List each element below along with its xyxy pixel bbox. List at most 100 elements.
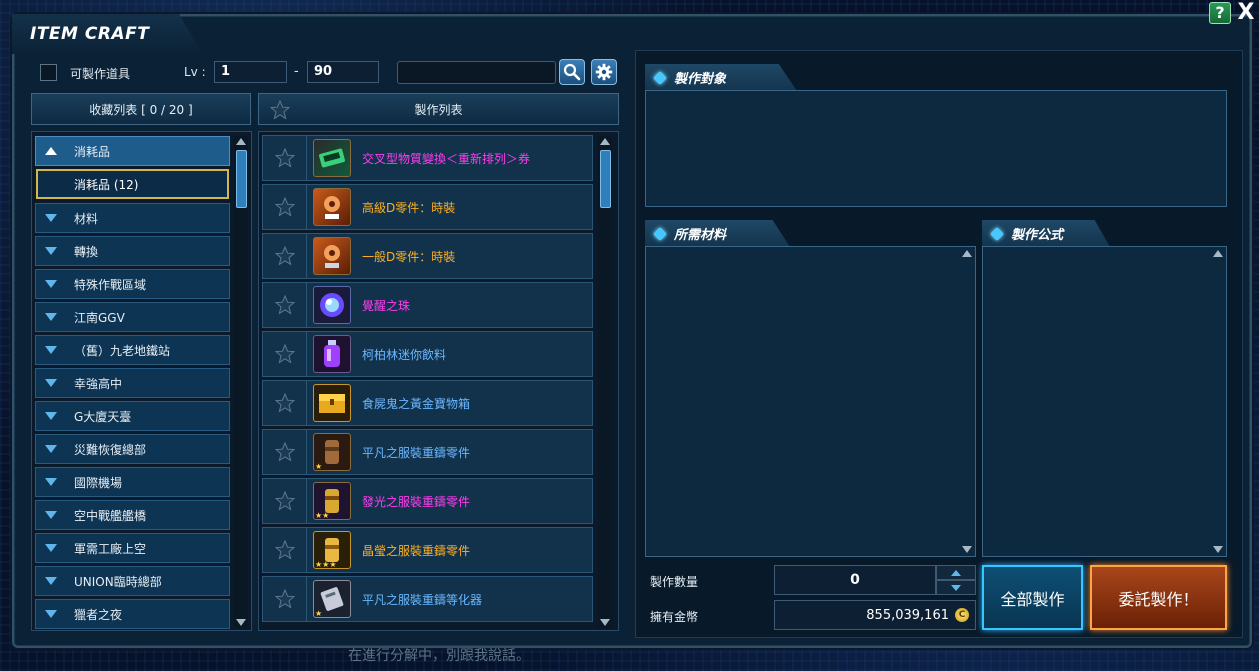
category-airport[interactable]: 國際機場 [35,467,230,497]
category-battleship-bridge[interactable]: 空中戰艦艦橋 [35,500,230,530]
level-max-input[interactable]: 90 [307,61,379,83]
chevron-up-icon [951,569,961,576]
scroll-down-icon[interactable] [600,619,610,626]
category-union-hq[interactable]: UNION臨時總部 [35,566,230,596]
formula-title: 製作公式 [1011,228,1064,243]
chat-hint-text: 在進行分解中，別跟我說話。 [348,648,530,664]
craft-item-row[interactable]: 食屍鬼之黃金寶物箱 [262,380,593,426]
category-hunter-night[interactable]: 獵者之夜 [35,599,230,629]
chevron-down-icon [36,511,66,519]
favorite-star-icon[interactable] [263,332,307,376]
craft-all-button[interactable]: 全部製作 [982,565,1083,630]
search-button[interactable] [559,59,585,85]
scroll-down-icon[interactable] [236,619,246,626]
item-name: 平凡之服裝重鑄零件 [362,445,471,460]
category-recovery-hq[interactable]: 災難恢復總部 [35,434,230,464]
scroll-thumb[interactable] [600,150,611,208]
category-high-school[interactable]: 幸強高中 [35,368,230,398]
subcategory-consumables[interactable]: 消耗品 (12) [36,169,229,199]
star-icon[interactable] [269,99,291,124]
craft-item-row[interactable]: ★★★ 晶瑩之服裝重鑄零件 [262,527,593,573]
item-name: 一般D零件：時裝 [362,249,456,264]
item-name: 交叉型物質變換＜重新排列＞券 [362,151,531,166]
category-label: UNION臨時總部 [74,574,162,589]
scroll-thumb[interactable] [236,150,247,208]
category-munitions-factory[interactable]: 軍需工廠上空 [35,533,230,563]
item-name: 晶瑩之服裝重鑄零件 [362,543,471,558]
craft-list-header: 製作列表 [258,93,619,125]
craft-item-row[interactable]: 高級D零件：時裝 [262,184,593,230]
rank-stars: ★ [315,462,323,471]
favorite-star-icon[interactable] [263,528,307,572]
settings-button[interactable] [591,59,617,85]
category-label: 獵者之夜 [74,607,123,622]
quantity-input[interactable]: 0 [774,565,936,595]
coin-icon: C [955,608,969,622]
materials-box [645,246,976,557]
formula-box [982,246,1227,557]
category-label: 材料 [74,211,99,226]
favorite-star-icon[interactable] [263,479,307,523]
craftable-checkbox[interactable] [40,64,57,81]
chevron-down-icon [36,445,66,453]
canister-icon: ★★★ [313,531,351,569]
target-section-tab: 製作對象 [645,64,797,91]
quantity-increase-button[interactable] [936,565,976,580]
craft-item-row[interactable]: 覺醒之珠 [262,282,593,328]
category-label: （舊）九老地鐵站 [74,343,171,358]
chevron-down-icon [36,313,66,321]
money-display: 855,039,161 C [774,600,976,630]
craft-item-row[interactable]: ★ 平凡之服裝重鑄零件 [262,429,593,475]
gear-icon [595,63,613,81]
search-input[interactable] [397,61,556,84]
potion-icon [313,335,351,373]
scroll-up-icon[interactable] [962,250,972,257]
craft-item-row[interactable]: 交叉型物質變換＜重新排列＞券 [262,135,593,181]
favorite-star-icon[interactable] [263,185,307,229]
craft-item-row[interactable]: ★ 平凡之服裝重鑄等化器 [262,576,593,622]
level-min-input[interactable]: 1 [214,61,287,83]
category-consumables[interactable]: 消耗品 [35,136,230,166]
category-g-tower[interactable]: G大廈天臺 [35,401,230,431]
window-title: ITEM CRAFT [30,24,150,44]
help-button[interactable]: ? [1209,2,1231,24]
chevron-down-icon [36,478,66,486]
scroll-down-icon[interactable] [962,546,972,553]
search-icon [563,63,581,81]
category-guro-station[interactable]: （舊）九老地鐵站 [35,335,230,365]
category-conversion[interactable]: 轉換 [35,236,230,266]
commission-craft-button[interactable]: 委託製作！ [1090,565,1227,630]
craft-item-row[interactable]: 柯柏林迷你飲料 [262,331,593,377]
craft-list-scrollbar[interactable] [598,136,612,628]
close-button[interactable]: X [1235,2,1257,24]
chevron-down-icon [36,346,66,354]
item-name: 平凡之服裝重鑄等化器 [362,592,483,607]
category-label: 幸強高中 [74,376,123,391]
equalizer-icon: ★ [313,580,351,618]
category-special-ops[interactable]: 特殊作戰區域 [35,269,230,299]
category-label: 消耗品 [74,144,111,159]
favorite-star-icon[interactable] [263,234,307,278]
scroll-up-icon[interactable] [600,138,610,145]
favorite-star-icon[interactable] [263,381,307,425]
category-label: 災難恢復總部 [74,442,147,457]
category-gangnam[interactable]: 江南GGV [35,302,230,332]
favorite-star-icon[interactable] [263,283,307,327]
category-label: 轉換 [74,244,99,259]
scroll-up-icon[interactable] [236,138,246,145]
chevron-down-icon [36,544,66,552]
craft-item-row[interactable]: 一般D零件：時裝 [262,233,593,279]
favorite-star-icon[interactable] [263,577,307,621]
craft-item-row[interactable]: ★★ 發光之服裝重鑄零件 [262,478,593,524]
category-materials[interactable]: 材料 [35,203,230,233]
category-label: 特殊作戰區域 [74,277,147,292]
category-scrollbar[interactable] [234,136,248,628]
scroll-up-icon[interactable] [1213,250,1223,257]
quantity-label: 製作數量 [650,575,699,589]
favorite-star-icon[interactable] [263,430,307,474]
target-box [645,90,1227,207]
quantity-decrease-button[interactable] [936,580,976,595]
chevron-down-icon [36,214,66,222]
scroll-down-icon[interactable] [1213,546,1223,553]
favorite-star-icon[interactable] [263,136,307,180]
